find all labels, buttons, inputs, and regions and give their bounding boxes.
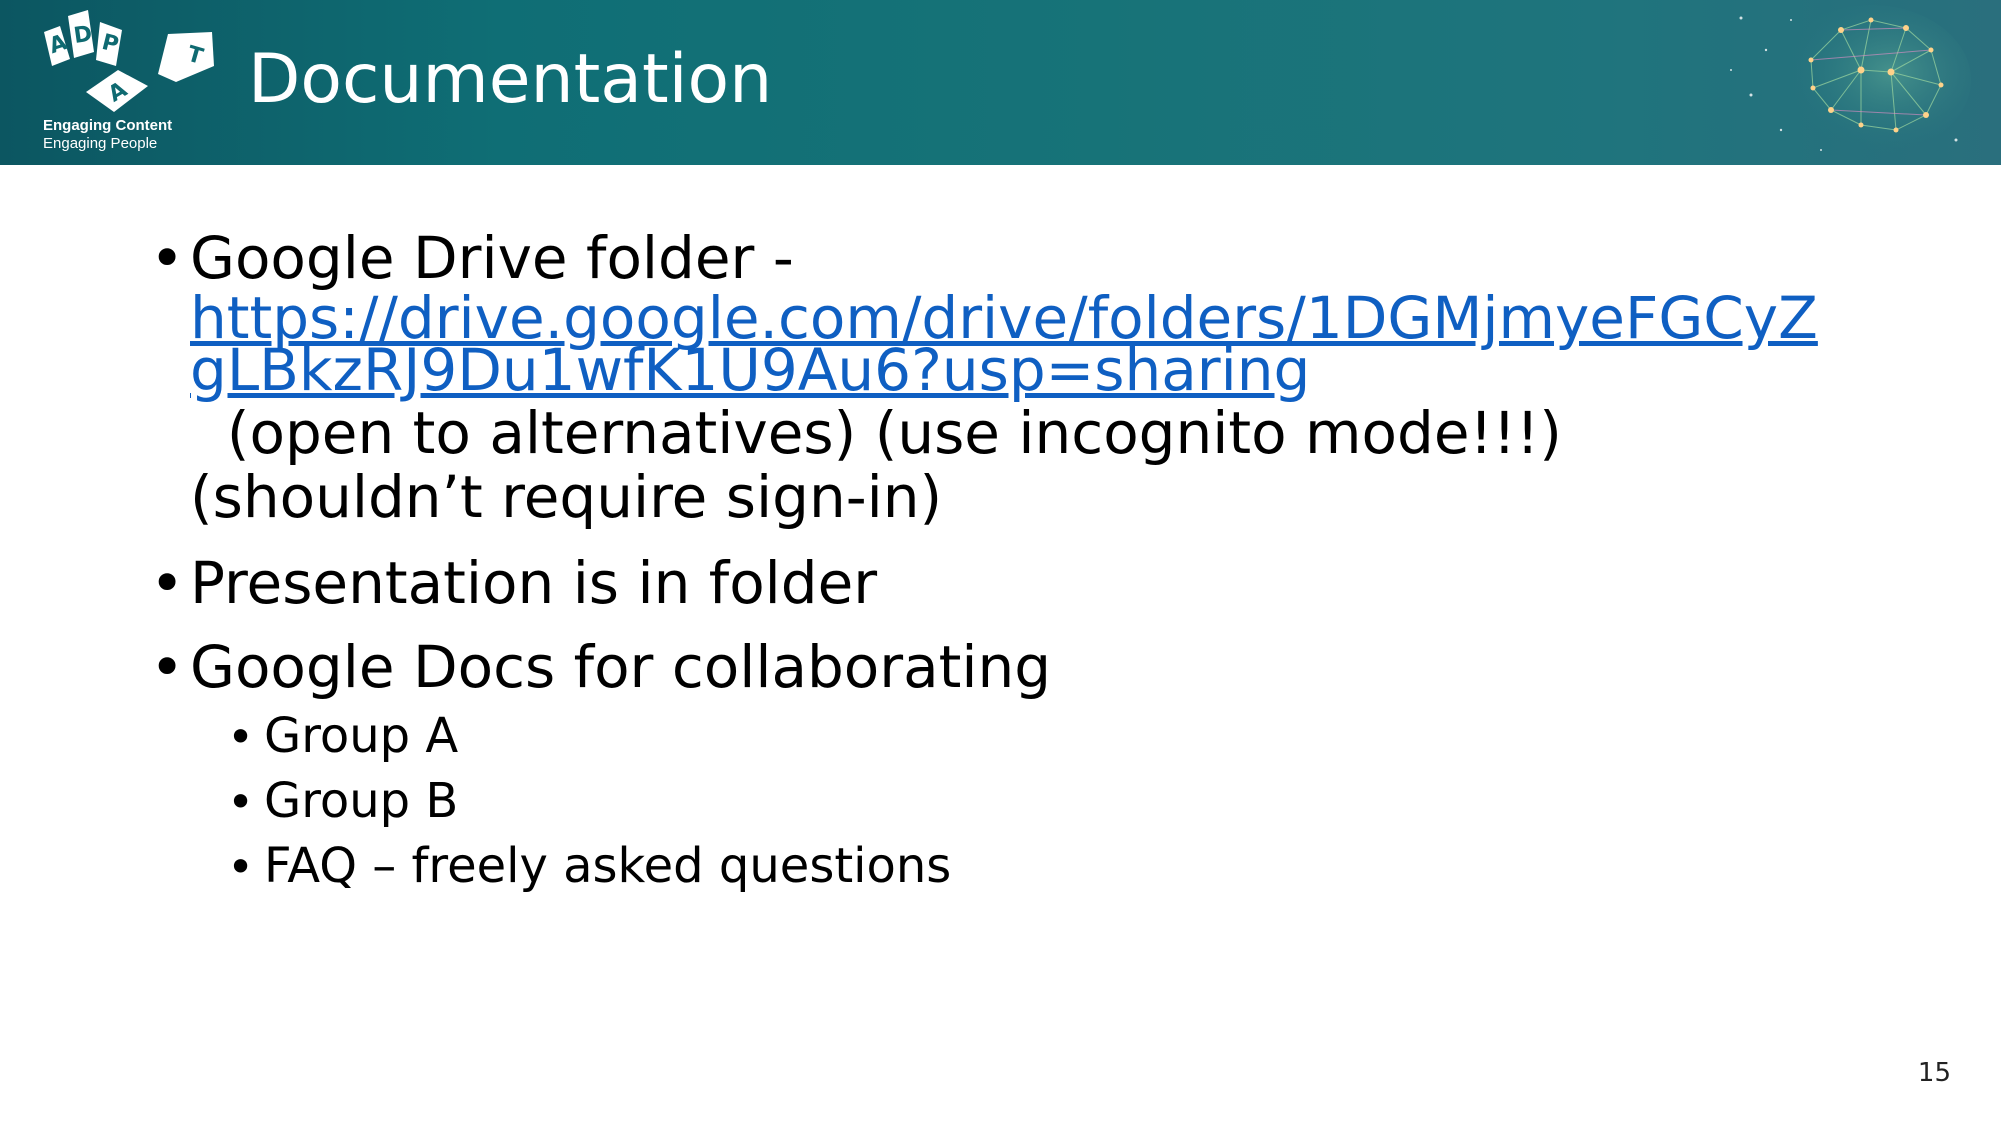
sub-bullet-faq: FAQ – freely asked questions (264, 838, 952, 894)
slide: A D P T A Engaging Content Engaging Peop… (0, 0, 2001, 1125)
bullet-drive-folder: Google Drive folder - (190, 224, 794, 292)
bullet-google-docs: Google Docs for collaborating (190, 633, 1052, 701)
sub-bullet-marker: • (227, 710, 255, 764)
slide-body: • Google Drive folder - https://drive.go… (0, 0, 2001, 1125)
bullet-drive-note-1: (open to alternatives) (use incognito mo… (190, 399, 1562, 467)
logo-tagline-content: Engaging Content (43, 117, 173, 134)
page-number: 15 (1917, 1058, 1951, 1088)
bullet-marker: • (150, 224, 185, 292)
logo-letter-d: D (72, 22, 94, 49)
bullet-drive-note-2: (shouldn’t require sign-in) (190, 463, 943, 531)
drive-folder-link-line2[interactable]: gLBkzRJ9Du1wfK1U9Au6?usp=sharing (190, 341, 1310, 399)
sub-bullet-group-a: Group A (264, 708, 459, 764)
bullet-marker: • (150, 549, 185, 617)
bullet-presentation: Presentation is in folder (190, 549, 878, 617)
sub-bullet-marker: • (227, 840, 255, 894)
sub-bullet-group-b: Group B (264, 773, 459, 829)
sub-bullet-marker: • (227, 775, 255, 829)
bullet-marker: • (150, 633, 185, 701)
brain-network-icon (1730, 5, 1971, 155)
adapt-logo-mark: A D P T A (44, 10, 214, 112)
logo-tagline-people: Engaging People (43, 135, 158, 152)
slide-header: A D P T A Engaging Content Engaging Peop… (0, 0, 2001, 165)
slide-title: Documentation (248, 40, 773, 119)
